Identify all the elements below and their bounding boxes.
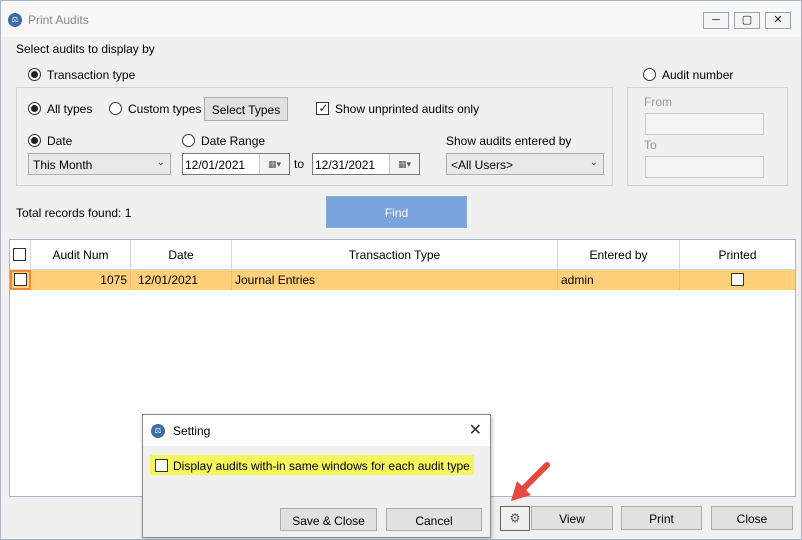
- close-button-label: Close: [736, 512, 768, 526]
- select-types-button[interactable]: Select Types: [204, 97, 288, 121]
- custom-types-label: Custom types: [128, 102, 202, 116]
- save-close-button-label: Save & Close: [292, 514, 365, 528]
- audit-num-value: 1075: [100, 273, 127, 287]
- print-button[interactable]: Print: [621, 506, 702, 530]
- show-unprinted-checkbox[interactable]: [316, 100, 330, 116]
- from-date-value: 12/01/2021: [185, 158, 246, 172]
- audit-number-label: Audit number: [662, 68, 734, 82]
- setting-dialog: ⚖ Setting ✕ Display audits with-in same …: [142, 414, 491, 538]
- settings-button[interactable]: ⚙: [500, 506, 530, 531]
- date-range-label: Date Range: [201, 134, 266, 148]
- save-close-button[interactable]: Save & Close: [280, 508, 377, 531]
- find-button[interactable]: Find: [326, 196, 467, 228]
- display-same-window-label: Display audits with-in same windows for …: [173, 459, 470, 473]
- close-icon[interactable]: ✕: [469, 420, 482, 440]
- all-types-radio[interactable]: [28, 102, 41, 115]
- printed-cell: [680, 270, 795, 290]
- custom-types-radio[interactable]: [109, 102, 122, 115]
- date-option-value: This Month: [33, 158, 93, 172]
- select-all-column: [10, 240, 31, 270]
- view-button[interactable]: View: [531, 506, 613, 530]
- from-date-field[interactable]: 12/01/2021 ▦▾: [182, 153, 290, 175]
- column-header[interactable]: Printed: [680, 240, 795, 270]
- minimize-icon: ─: [712, 14, 720, 26]
- date-cell: 12/01/2021: [131, 270, 232, 290]
- select-all-checkbox[interactable]: [13, 248, 26, 261]
- audit-num-cell: 1075: [31, 270, 131, 290]
- table-row[interactable]: 1075 12/01/2021 Journal Entries admin: [10, 270, 795, 290]
- to-word: to: [294, 157, 305, 171]
- window-title: Print Audits: [28, 13, 89, 27]
- transaction-type-value: Journal Entries: [235, 273, 316, 287]
- to-date-field[interactable]: 12/31/2021 ▦▾: [312, 153, 420, 175]
- from-label: From: [644, 95, 672, 109]
- entered-by-cell: admin: [558, 270, 680, 290]
- red-pointer-arrow: [511, 462, 550, 501]
- to-date-value: 12/31/2021: [315, 158, 376, 172]
- entered-by-value: <All Users>: [451, 158, 514, 172]
- date-radio[interactable]: [28, 134, 41, 147]
- title-bar: ⚖ Print Audits ─ ▢ ✕: [1, 1, 801, 37]
- cancel-button[interactable]: Cancel: [386, 508, 482, 531]
- date-label: Date: [47, 134, 73, 148]
- show-unprinted-label: Show unprinted audits only: [335, 102, 480, 116]
- from-audit-number-field[interactable]: [645, 113, 764, 135]
- cancel-button-label: Cancel: [415, 514, 453, 528]
- printed-checkbox[interactable]: [731, 273, 744, 286]
- column-header-label: Date: [168, 248, 194, 262]
- date-range-radio[interactable]: [182, 134, 195, 147]
- find-button-label: Find: [384, 206, 409, 220]
- dialog-title: Setting: [173, 424, 211, 438]
- entered-by-value-cell: admin: [561, 273, 594, 287]
- column-header-label: Printed: [718, 248, 757, 262]
- column-header[interactable]: Entered by: [558, 240, 680, 270]
- scales-icon: ⚖: [151, 424, 165, 438]
- close-window-button[interactable]: ✕: [765, 12, 791, 29]
- minimize-button[interactable]: ─: [703, 12, 729, 29]
- transaction-type-label: Transaction type: [47, 68, 136, 82]
- grid-header: Audit Num Date Transaction Type Entered …: [10, 240, 795, 270]
- select-types-button-label: Select Types: [211, 103, 281, 117]
- all-types-label: All types: [47, 102, 93, 116]
- maximize-icon: ▢: [741, 14, 753, 26]
- close-icon: ✕: [773, 14, 783, 26]
- column-header-label: Entered by: [589, 248, 648, 262]
- to-audit-number-field[interactable]: [645, 156, 764, 178]
- transaction-type-radio[interactable]: [28, 68, 41, 81]
- display-same-window-checkbox[interactable]: [155, 459, 168, 472]
- column-header[interactable]: Audit Num: [31, 240, 131, 270]
- chevron-down-icon: ⌄: [589, 157, 598, 168]
- view-button-label: View: [559, 512, 585, 526]
- transaction-type-cell: Journal Entries: [232, 270, 558, 290]
- row-select-checkbox[interactable]: [14, 273, 27, 286]
- close-button[interactable]: Close: [711, 506, 793, 530]
- column-header-label: Transaction Type: [348, 248, 441, 262]
- filter-heading: Select audits to display by: [16, 42, 155, 56]
- gear-icon: ⚙: [509, 511, 521, 525]
- row-select-cell: [10, 270, 31, 290]
- dialog-title-bar: ⚖ Setting ✕: [143, 415, 490, 446]
- entered-by-select[interactable]: <All Users> ⌄: [446, 153, 604, 175]
- scales-icon: ⚖: [8, 13, 22, 27]
- print-button-label: Print: [649, 512, 674, 526]
- date-option-select[interactable]: This Month ⌄: [28, 153, 171, 175]
- to-label: To: [644, 138, 657, 152]
- audit-number-radio[interactable]: [643, 68, 656, 81]
- date-value: 12/01/2021: [138, 273, 199, 287]
- total-records: Total records found: 1: [16, 206, 132, 220]
- entered-by-label: Show audits entered by: [446, 134, 572, 148]
- column-header[interactable]: Transaction Type: [232, 240, 558, 270]
- chevron-down-icon: ⌄: [156, 157, 165, 168]
- calendar-icon[interactable]: ▦▾: [389, 154, 419, 174]
- calendar-icon[interactable]: ▦▾: [259, 154, 289, 174]
- maximize-button[interactable]: ▢: [734, 12, 760, 29]
- column-header[interactable]: Date: [131, 240, 232, 270]
- column-header-label: Audit Num: [52, 248, 109, 262]
- print-audits-window: ⚖ Print Audits ─ ▢ ✕ Select audits to di…: [0, 0, 802, 540]
